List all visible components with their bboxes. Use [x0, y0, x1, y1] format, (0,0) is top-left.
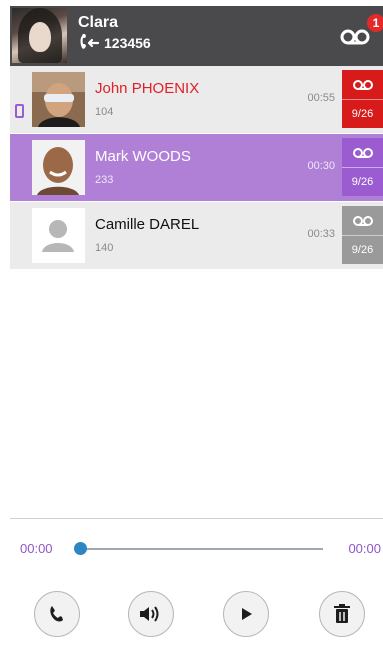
header-call-info: 123456 [78, 34, 151, 52]
voicemail-icon [352, 79, 373, 90]
avatar-face [29, 22, 51, 52]
list-item[interactable]: Mark WOODS 233 00:30 9/26 [10, 134, 383, 202]
default-avatar-icon [32, 208, 85, 263]
speaker-button[interactable] [128, 591, 174, 637]
voicemail-icon [340, 29, 370, 45]
contact-photo-icon [32, 72, 85, 127]
trash-icon [334, 604, 350, 623]
call-duration: 00:30 [307, 160, 335, 172]
app-header: Clara 123456 1 [10, 6, 383, 66]
avatar [32, 208, 85, 263]
play-icon [242, 608, 252, 620]
contact-extension: 140 [95, 242, 114, 254]
voicemail-list: John PHOENIX 104 00:55 9/26 Mark WOODS 2… [10, 66, 383, 270]
avatar [32, 72, 85, 127]
voicemail-badge: 1 [367, 14, 383, 32]
contact-name: Mark WOODS [95, 148, 191, 165]
contact-name: John PHOENIX [95, 80, 200, 97]
call-duration: 00:55 [307, 92, 335, 104]
voicemail-button[interactable] [339, 26, 371, 48]
header-name: Clara [78, 14, 119, 31]
voicemail-tag[interactable]: 9/26 [342, 206, 383, 264]
voicemail-date: 9/26 [342, 167, 383, 196]
phone-icon [50, 606, 63, 622]
total-time: 00:00 [348, 541, 381, 556]
header-number: 123456 [104, 35, 151, 51]
contact-photo-icon [32, 140, 85, 195]
progress-thumb[interactable] [74, 542, 87, 555]
voicemail-icon [352, 147, 373, 158]
voicemail-tag[interactable]: 9/26 [342, 138, 383, 196]
list-item[interactable]: Camille DAREL 140 00:33 9/26 [10, 202, 383, 270]
speaker-icon [140, 606, 159, 622]
voicemail-tag[interactable]: 9/26 [342, 70, 383, 128]
call-duration: 00:33 [307, 228, 335, 240]
progress-track[interactable] [78, 548, 323, 550]
contact-extension: 104 [95, 106, 114, 118]
current-time: 00:00 [20, 541, 53, 556]
voicemail-player: 00:00 00:00 [10, 518, 383, 656]
play-button[interactable] [223, 591, 269, 637]
delete-button[interactable] [319, 591, 365, 637]
mobile-phone-icon [15, 104, 24, 118]
avatar [32, 140, 85, 195]
voicemail-date: 9/26 [342, 235, 383, 264]
contact-name: Camille DAREL [95, 216, 200, 233]
call-back-button[interactable] [34, 591, 80, 637]
voicemail-date: 9/26 [342, 99, 383, 128]
voicemail-icon [352, 215, 373, 226]
caller-avatar[interactable] [12, 8, 67, 63]
contact-extension: 233 [95, 174, 114, 186]
list-item[interactable]: John PHOENIX 104 00:55 9/26 [10, 66, 383, 134]
incoming-call-icon [80, 34, 100, 49]
